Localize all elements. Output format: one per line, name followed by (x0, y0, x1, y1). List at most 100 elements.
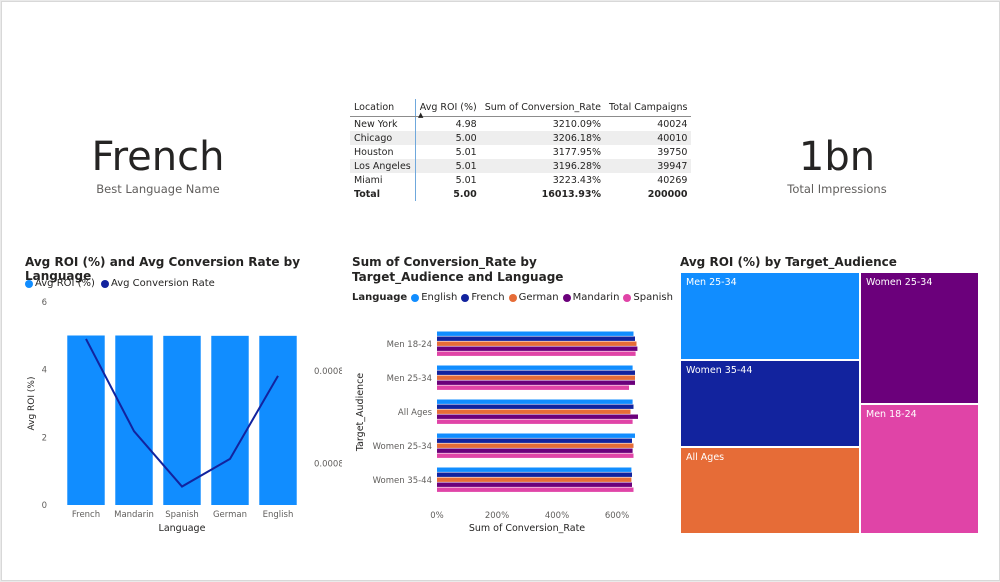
legend-dot-icon (623, 293, 632, 302)
legend-item-avg-roi[interactable]: Avg ROI (%) (25, 278, 95, 289)
y2-axis-tick-label: 0.000802 (314, 367, 342, 377)
bar-spanish (437, 351, 636, 356)
table-header-row: Location Avg ROI (%) Sum of Conversion_R… (350, 99, 692, 117)
bar-avg-roi (259, 335, 297, 505)
cell-avg-roi: 5.01 (455, 146, 477, 158)
treemap-label: Women 25-34 (866, 277, 933, 288)
best-language-card-value: French (91, 134, 225, 180)
chart2-title: Sum of Conversion_Rate by Target_Audienc… (352, 255, 564, 284)
legend-item-french[interactable]: French (461, 292, 505, 303)
bar-german (437, 409, 631, 414)
bar-english (437, 331, 634, 336)
cell-conversion-rate: 3177.95% (552, 146, 602, 158)
column-header-avg-roi[interactable]: Avg ROI (%) (415, 99, 481, 117)
location-table[interactable]: ▲ Location Avg ROI (%) Sum of Conversion… (350, 99, 692, 201)
bar-mandarin (437, 414, 638, 419)
legend-dot-icon (562, 293, 571, 302)
y-axis-tick-label: 4 (42, 366, 47, 376)
treemap-cell-men-25-34[interactable]: Men 25-34 (680, 272, 860, 360)
bar-mandarin (437, 380, 635, 385)
cell-avg-roi: 5.01 (455, 174, 477, 186)
cell-total-campaigns: 39947 (605, 159, 692, 173)
y-axis-tick-label: Men 25-34 (387, 374, 432, 384)
cell-location: Houston (350, 145, 416, 159)
y-axis-tick-label: Men 18-24 (387, 340, 432, 350)
legend-dot-icon (25, 279, 33, 288)
cell-location: Los Angeles (350, 159, 416, 173)
bar-french (437, 472, 632, 477)
y-axis-tick-label: 2 (42, 433, 47, 443)
treemap-cell-men-18-24[interactable]: Men 18-24 (860, 404, 979, 534)
y-axis-title: Target_Audience (355, 373, 366, 452)
table-row[interactable]: Houston 5.01 3177.95% 39750 (350, 145, 691, 159)
column-header-total-campaigns[interactable]: Total Campaigns (605, 99, 692, 117)
bar-french (437, 438, 632, 443)
cell-conversion-rate: 3223.43% (552, 174, 602, 186)
total-impressions-card-label: Total Impressions (787, 182, 887, 196)
y2-axis-tick-label: 0.000800 (314, 459, 342, 469)
y-axis-title: Avg ROI (%) (27, 377, 37, 431)
sort-indicator-icon[interactable]: ▲ (418, 111, 423, 119)
x-axis-tick-label: English (263, 510, 294, 520)
legend-item-mandarin[interactable]: Mandarin (562, 292, 620, 303)
cell-total-conversion-rate: 16013.93% (541, 188, 602, 200)
y-axis-tick-label: Women 35-44 (373, 476, 432, 486)
chart1-plot[interactable]: 0 2 4 6 0.000800 0.000802 Avg ROI (%) French Man… (12, 290, 342, 540)
treemap: Men 25-34 Women 35-44 All Ages Women 25-… (680, 272, 979, 534)
bar-spanish (437, 487, 634, 492)
table-row[interactable]: New York 4.98 3210.09% 40024 (350, 116, 691, 131)
bar-mandarin (437, 482, 632, 487)
cell-total-campaigns: 40024 (657, 118, 688, 130)
chart1-legend: Avg ROI (%) Avg Conversion Rate (25, 278, 215, 289)
treemap-label: All Ages (686, 452, 725, 463)
treemap-label: Men 25-34 (686, 277, 737, 288)
column-header-conversion-rate[interactable]: Sum of Conversion_Rate (480, 99, 606, 117)
legend-item-spanish[interactable]: Spanish (623, 292, 673, 303)
bar-english (437, 399, 633, 404)
treemap-cell-women-35-44[interactable]: Women 35-44 (680, 360, 860, 447)
bar-french (437, 336, 635, 341)
bar-avg-roi (211, 335, 249, 505)
legend-dot-icon (100, 279, 109, 288)
x-axis-tick-label: Mandarin (114, 510, 154, 520)
treemap-cell-all-ages[interactable]: All Ages (680, 447, 860, 534)
treemap-label: Men 18-24 (866, 409, 917, 420)
x-axis-tick-label: 600% (605, 511, 629, 521)
bar-spanish (437, 385, 629, 390)
x-axis-tick-label: French (72, 510, 100, 520)
column-header-location[interactable]: Location (350, 99, 416, 117)
best-language-card-label: Best Language Name (96, 182, 220, 196)
x-axis-tick-label: 0% (430, 511, 444, 521)
bar-english (437, 433, 635, 438)
x-axis-tick-label: German (213, 510, 247, 520)
bar-german (437, 477, 632, 482)
table-row[interactable]: Los Angeles 5.01 3196.28% 39947 (350, 159, 692, 173)
cell-total-campaigns: 40010 (605, 131, 692, 145)
cell-total-campaigns: 200000 (647, 188, 688, 200)
legend-item-english[interactable]: English (411, 292, 457, 303)
cell-location: New York (350, 116, 416, 131)
y-axis-tick-label: All Ages (398, 408, 433, 418)
legend-dot-icon (411, 293, 420, 302)
cell-total-campaigns: 39750 (657, 146, 688, 158)
cell-total-avg-roi: 5.00 (453, 188, 477, 200)
chart2-plot[interactable]: Men 18-24 Men 25-34 All Ages Women 25-34 Wom… (347, 307, 657, 542)
table-row[interactable]: Chicago 5.00 3206.18% 40010 (350, 131, 692, 145)
bar-german (437, 375, 635, 380)
x-axis-tick-label: Spanish (165, 510, 199, 520)
legend-label: Mandarin (572, 292, 620, 303)
cell-location: Chicago (350, 131, 416, 145)
cell-conversion-rate: 3206.18% (480, 131, 606, 145)
total-impressions-card-value: 1bn (798, 134, 876, 180)
treemap-cell-women-25-34[interactable]: Women 25-34 (860, 272, 979, 404)
legend-label: Avg ROI (%) (35, 278, 95, 289)
legend-item-avg-conversion-rate[interactable]: Avg Conversion Rate (100, 278, 215, 289)
legend-item-german[interactable]: German (508, 292, 559, 303)
cell-avg-roi: 5.01 (415, 159, 481, 173)
bar-spanish (437, 453, 634, 458)
legend-label: Avg Conversion Rate (110, 278, 215, 289)
bar-english (437, 467, 632, 472)
x-axis-tick-label: 200% (485, 511, 509, 521)
table-row[interactable]: Miami 5.01 3223.43% 40269 (350, 173, 691, 187)
x-axis-tick-label: 400% (545, 511, 569, 521)
